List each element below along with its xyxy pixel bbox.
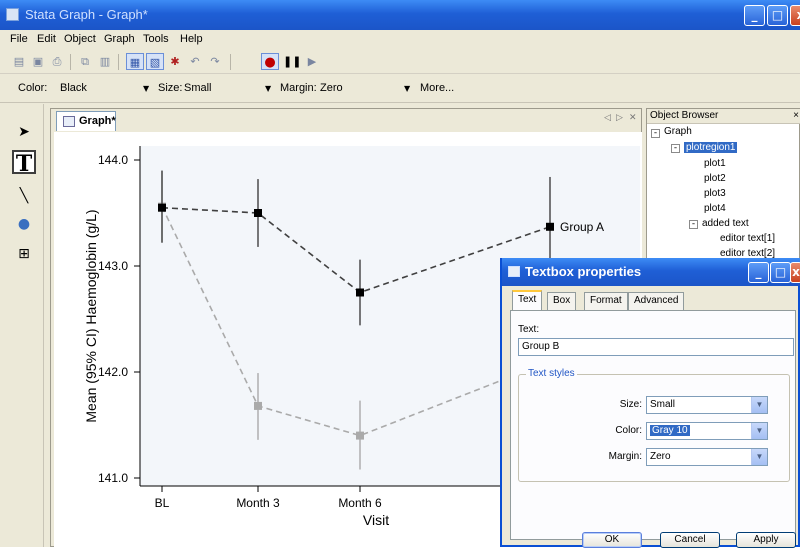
toolbar-separator	[118, 54, 119, 70]
collapse-icon[interactable]: -	[671, 144, 680, 153]
object-browser: Object Browser × - Graph - plotregion1 p…	[646, 108, 800, 263]
collapse-icon[interactable]: -	[651, 129, 660, 138]
add-plotregion-icon[interactable]: ⊞	[12, 242, 36, 266]
tree-item-plot1[interactable]: plot1	[704, 158, 726, 169]
undo-icon[interactable]: ↶	[186, 53, 204, 70]
text-tool-icon[interactable]: T	[12, 150, 36, 176]
menu-object[interactable]: Object	[64, 33, 96, 45]
cancel-button[interactable]: Cancel	[660, 532, 720, 548]
menu-graph[interactable]: Graph	[104, 33, 135, 45]
menu-help[interactable]: Help	[180, 33, 203, 45]
graph-editor-icon[interactable]: ▦	[126, 53, 144, 70]
text-label: Text:	[518, 324, 540, 335]
tree-item-plot4[interactable]: plot4	[704, 203, 726, 214]
color-label: Color:	[615, 425, 642, 436]
size-label: Size:	[158, 82, 183, 94]
size-label: Size:	[619, 399, 642, 410]
stata-graph-window: Stata Graph - Graph* _ □ x File Edit Obj…	[0, 0, 800, 548]
tab-label: Graph*	[79, 115, 116, 127]
margin-combo[interactable]: Zero ▼	[646, 448, 768, 466]
tab-close-icon[interactable]: ✕	[629, 113, 637, 123]
minimize-button[interactable]: _	[744, 5, 765, 26]
menu-file[interactable]: File	[10, 33, 28, 45]
title-bar[interactable]: Stata Graph - Graph* _ □ x	[0, 0, 800, 30]
toolbar: ▤ ▣ ⎙ ⧉ ▥ ▦ ▧ ✱ ↶ ↷ ● ❚❚ ▶	[0, 50, 800, 74]
more-button[interactable]: More...	[420, 82, 454, 94]
dialog-title: Textbox properties	[525, 264, 642, 279]
textbox-properties-dialog: Textbox properties _ □ x Text Box Format…	[500, 258, 800, 548]
open-icon[interactable]: ▤	[10, 53, 28, 70]
margin-label: Margin:	[608, 451, 642, 462]
color-label: Color:	[18, 82, 48, 94]
record-icon[interactable]: ●	[261, 53, 279, 70]
text-styles-legend: Text styles	[526, 368, 577, 379]
tree-item-graph[interactable]: Graph	[664, 126, 692, 137]
chevron-down-icon[interactable]: ▼	[751, 449, 767, 465]
object-browser-icon[interactable]: ▧	[146, 53, 164, 70]
line-tool-icon[interactable]: ╲	[12, 184, 36, 208]
ok-button[interactable]: OK	[582, 532, 642, 548]
graph-icon	[63, 116, 75, 127]
tab-next-icon[interactable]: ▷	[616, 113, 623, 123]
window-title: Stata Graph - Graph*	[25, 7, 148, 22]
margin-label: Margin:	[280, 82, 317, 94]
play-icon[interactable]: ▶	[303, 53, 321, 70]
dialog-title-bar[interactable]: Textbox properties _ □ x	[502, 258, 800, 286]
print-icon[interactable]: ⎙	[48, 53, 66, 70]
size-combo[interactable]: Small ▼	[646, 396, 768, 414]
toolbar-separator	[230, 54, 231, 70]
tab-prev-icon[interactable]: ◁	[604, 113, 611, 123]
tree-item-plot3[interactable]: plot3	[704, 188, 726, 199]
chevron-down-icon[interactable]: ▼	[265, 84, 271, 93]
menu-bar: File Edit Object Graph Tools Help	[0, 30, 800, 50]
tools-palette: ➤ T ╲ ● ⊞	[0, 104, 44, 547]
chevron-down-icon[interactable]: ▼	[404, 84, 410, 93]
tab-box[interactable]: Box	[547, 292, 577, 310]
pointer-tool-icon[interactable]: ➤	[12, 120, 36, 144]
tab-text[interactable]: Text	[512, 290, 543, 311]
pause-icon[interactable]: ❚❚	[283, 53, 301, 70]
grid-edit-icon[interactable]: ✱	[166, 53, 184, 70]
apply-button[interactable]: Apply	[736, 532, 796, 548]
chevron-down-icon[interactable]: ▼	[751, 423, 767, 439]
stata-app-icon	[6, 8, 19, 21]
tree-item-plotregion1[interactable]: plotregion1	[684, 142, 738, 153]
chevron-down-icon[interactable]: ▼	[143, 84, 149, 93]
margin-select[interactable]: Zero	[320, 82, 343, 94]
tab-advanced[interactable]: Advanced	[628, 292, 685, 310]
contextual-toolbar: Color: Black ▼ Size: Small ▼ Margin: Zer…	[0, 75, 800, 103]
marker-tool-icon[interactable]: ●	[12, 212, 36, 236]
tab-format[interactable]: Format	[584, 292, 628, 310]
copy-icon[interactable]: ⧉	[76, 53, 94, 70]
tree-item-editor-text-1[interactable]: editor text[1]	[720, 233, 775, 244]
dialog-minimize-button[interactable]: _	[748, 262, 769, 283]
close-icon[interactable]: ×	[793, 109, 799, 123]
chevron-down-icon[interactable]: ▼	[751, 397, 767, 413]
menu-tools[interactable]: Tools	[143, 33, 169, 45]
color-select[interactable]: Black	[60, 82, 87, 94]
dialog-icon	[508, 266, 520, 277]
close-button[interactable]: x	[790, 5, 800, 26]
redo-icon[interactable]: ↷	[206, 53, 224, 70]
rename-icon[interactable]: ▥	[96, 53, 114, 70]
menu-edit[interactable]: Edit	[37, 33, 56, 45]
tab-graph[interactable]: Graph*	[56, 111, 116, 131]
color-combo[interactable]: Gray 10 ▼	[646, 422, 768, 440]
toolbar-separator	[70, 54, 71, 70]
save-icon[interactable]: ▣	[29, 53, 47, 70]
collapse-icon[interactable]: -	[689, 220, 698, 229]
tree-item-plot2[interactable]: plot2	[704, 173, 726, 184]
size-select[interactable]: Small	[184, 82, 212, 94]
object-browser-title: Object Browser ×	[647, 109, 800, 124]
dialog-maximize-button[interactable]: □	[770, 262, 791, 283]
maximize-button[interactable]: □	[767, 5, 788, 26]
text-input[interactable]: Group B	[518, 338, 794, 356]
tree-item-added-text[interactable]: added text	[702, 218, 749, 229]
dialog-close-button[interactable]: x	[790, 262, 800, 283]
